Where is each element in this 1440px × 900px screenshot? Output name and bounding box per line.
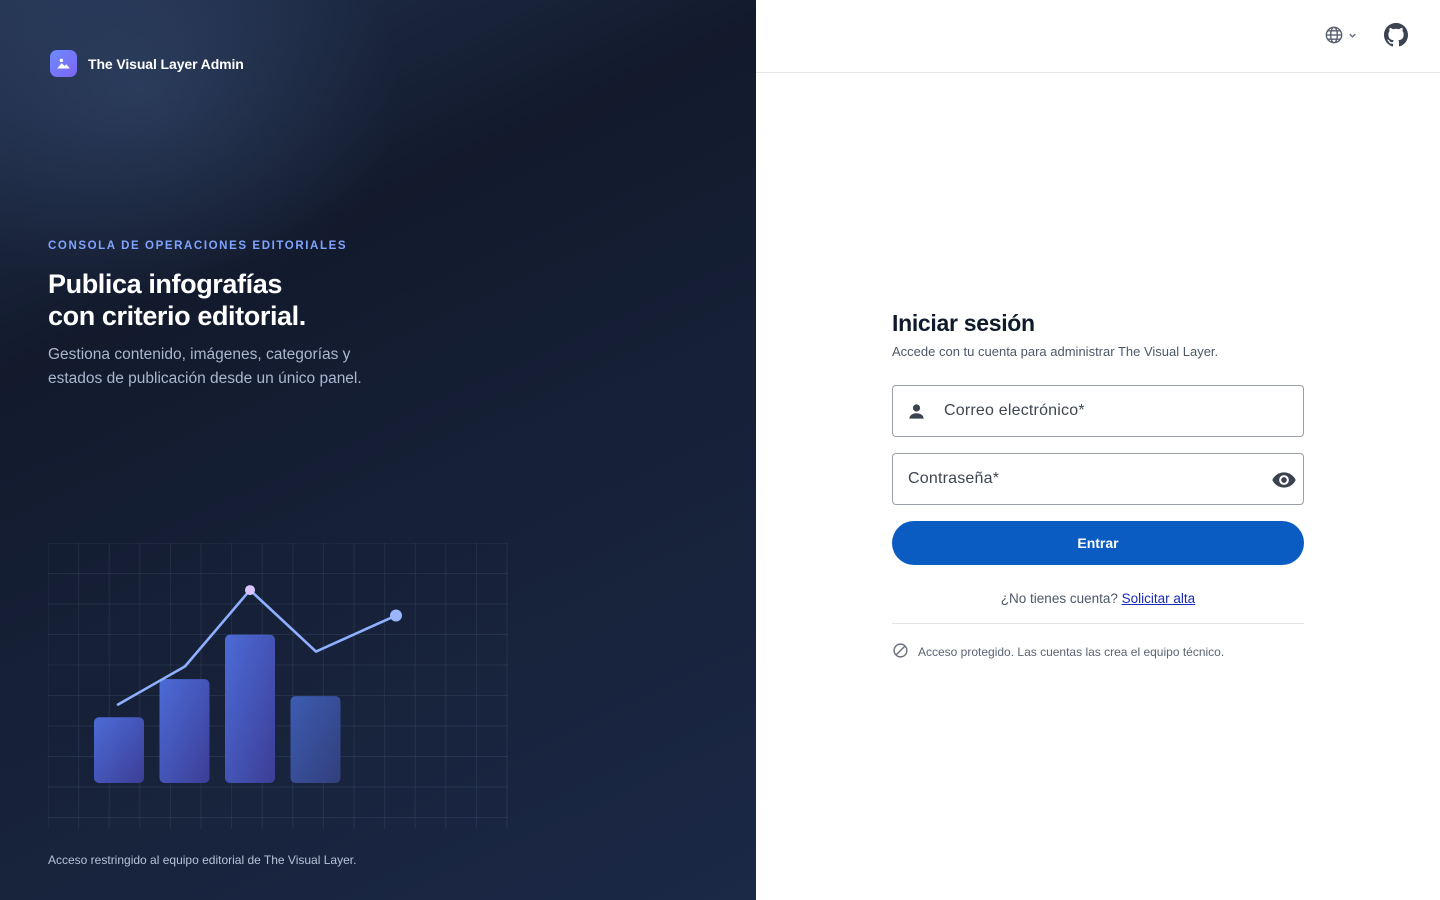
submit-button[interactable]: Entrar	[892, 521, 1304, 565]
github-link[interactable]	[1383, 23, 1409, 49]
hero-headline: Publica infografías con criterio editori…	[48, 268, 468, 332]
footnote: Acceso restringido al equipo editorial d…	[48, 853, 357, 867]
chart-bar	[290, 696, 341, 783]
login-title: Iniciar sesión	[892, 310, 1035, 336]
toggle-password-visibility[interactable]	[1271, 467, 1297, 493]
github-icon	[1384, 23, 1408, 50]
login-form: Iniciar sesión Accede con tu cuenta para…	[892, 308, 1304, 662]
chart-peak-point	[245, 585, 255, 596]
access-notice-text: Acceso protegido. Las cuentas las crea e…	[918, 645, 1225, 659]
divider	[892, 623, 1304, 624]
globe-icon	[1324, 25, 1344, 48]
hero-eyebrow: CONSOLA DE OPERACIONES EDITORIALES	[48, 240, 348, 252]
access-notice: Acceso protegido. Las cuentas las crea e…	[892, 642, 1304, 662]
brand-name: The Visual Layer Admin	[88, 55, 244, 72]
hero-panel: The Visual Layer Admin CONSOLA DE OPERAC…	[0, 0, 756, 900]
login-panel: Iniciar sesión Accede con tu cuenta para…	[756, 0, 1440, 900]
chevron-down-icon	[1347, 29, 1358, 44]
email-input[interactable]	[944, 386, 1289, 436]
password-input[interactable]	[908, 454, 1263, 504]
eye-icon	[1271, 472, 1297, 496]
chart-bars	[94, 634, 341, 783]
chart-svg	[47, 542, 508, 829]
user-icon	[907, 402, 926, 421]
chart-end-point	[390, 609, 402, 622]
hero-glow	[0, 0, 400, 300]
image-icon	[50, 50, 77, 77]
email-field	[892, 385, 1304, 437]
chart-grid	[47, 542, 508, 829]
chart-bar	[159, 679, 210, 783]
login-subtitle: Accede con tu cuenta para administrar Th…	[892, 344, 1219, 359]
hero-subtext: Gestiona contenido, imágenes, categorías…	[48, 346, 362, 387]
language-selector[interactable]	[1324, 23, 1358, 49]
signup-prompt: ¿No tienes cuenta?	[1000, 591, 1118, 606]
brand: The Visual Layer Admin	[50, 50, 244, 77]
signup-link[interactable]: Solicitar alta	[1122, 591, 1196, 606]
decorative-chart	[47, 542, 508, 829]
chart-bar	[94, 717, 144, 783]
password-field	[892, 453, 1304, 505]
top-bar	[756, 0, 1440, 73]
chart-bar	[225, 634, 275, 783]
signup-row: ¿No tienes cuenta? Solicitar alta	[892, 591, 1304, 606]
hero-headline-line-2: con criterio editorial.	[48, 301, 306, 331]
block-icon	[892, 642, 909, 662]
hero-headline-line-1: Publica infografías	[48, 269, 282, 299]
